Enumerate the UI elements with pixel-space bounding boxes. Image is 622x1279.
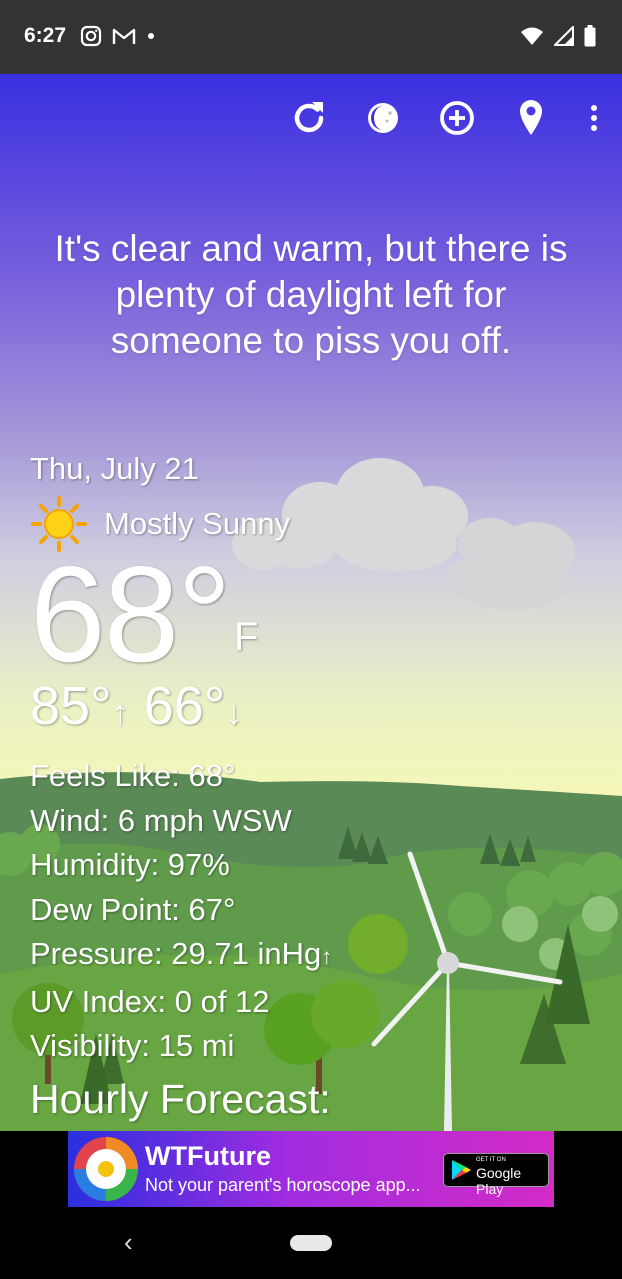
gmail-icon	[112, 28, 136, 44]
snarky-quote: It's clear and warm, but there is plenty…	[54, 228, 568, 361]
badge-google-play: Google Play	[476, 1165, 522, 1197]
home-button[interactable]	[290, 1235, 332, 1251]
temperature-unit: F	[234, 615, 259, 659]
google-play-icon	[452, 1160, 471, 1180]
humidity: Humidity: 97%	[30, 847, 230, 882]
navigation-bar: ‹	[0, 1207, 622, 1279]
add-location-button[interactable]	[438, 96, 476, 140]
dew-point: Dew Point: 67°	[30, 891, 236, 927]
status-time: 6:27	[24, 24, 67, 47]
pressure-value: Pressure: 29.71 inHg	[30, 936, 322, 971]
notification-dot-icon	[148, 33, 154, 39]
ad-title: WTFuture	[145, 1141, 271, 1171]
uv-index: UV Index: 0 of 12	[30, 983, 270, 1019]
location-button[interactable]	[512, 96, 550, 140]
current-conditions: Thu, July 21 Mostly Sunny 68° F 85°↑ 66°…	[30, 451, 332, 1069]
down-arrow-icon: ↓	[225, 694, 243, 732]
instagram-icon	[80, 25, 102, 47]
up-arrow-icon: ↑	[111, 694, 129, 732]
google-play-badge[interactable]: GET IT ON Google Play	[443, 1153, 549, 1197]
battery-icon	[584, 25, 596, 47]
weather-details: Feels Like: 68° Wind: 6 mph WSW Humidity…	[30, 754, 332, 1069]
refresh-icon	[294, 102, 324, 133]
add-location-icon	[440, 101, 474, 135]
weather-scene: It's clear and warm, but there is plenty…	[0, 74, 622, 1131]
moon-phase-icon	[368, 103, 398, 133]
pressure-rising-icon: ↑	[321, 944, 333, 969]
more-options-button[interactable]	[586, 96, 602, 140]
toolbar	[290, 96, 602, 140]
feels-like: Feels Like: 68°	[30, 758, 236, 793]
wifi-icon	[521, 27, 543, 45]
badge-get-it-on: GET IT ON	[476, 1157, 506, 1163]
location-pin-icon	[520, 100, 542, 135]
ad-subtitle: Not your parent's horoscope app...	[145, 1175, 421, 1195]
hourly-forecast-heading: Hourly Forecast:	[30, 1076, 331, 1122]
current-temperature: 68°	[30, 538, 232, 690]
cell-signal-icon	[554, 26, 574, 46]
ad-banner[interactable]: WTFuture Not your parent's horoscope app…	[68, 1131, 554, 1207]
ad-area: WTFuture Not your parent's horoscope app…	[0, 1131, 622, 1207]
zodiac-wheel-icon	[74, 1137, 138, 1201]
cloud-2	[446, 518, 575, 610]
back-button[interactable]: ‹	[124, 1227, 133, 1258]
visibility: Visibility: 15 mi	[30, 1028, 235, 1063]
refresh-button[interactable]	[290, 96, 328, 140]
wind: Wind: 6 mph WSW	[30, 802, 292, 838]
status-bar: 6:27	[0, 0, 622, 74]
condition-label: Mostly Sunny	[104, 506, 291, 541]
pressure: Pressure: 29.71 inHg↑	[30, 932, 332, 980]
moon-phase-button[interactable]	[364, 96, 402, 140]
date-label: Thu, July 21	[30, 451, 199, 486]
more-options-icon	[591, 105, 597, 131]
